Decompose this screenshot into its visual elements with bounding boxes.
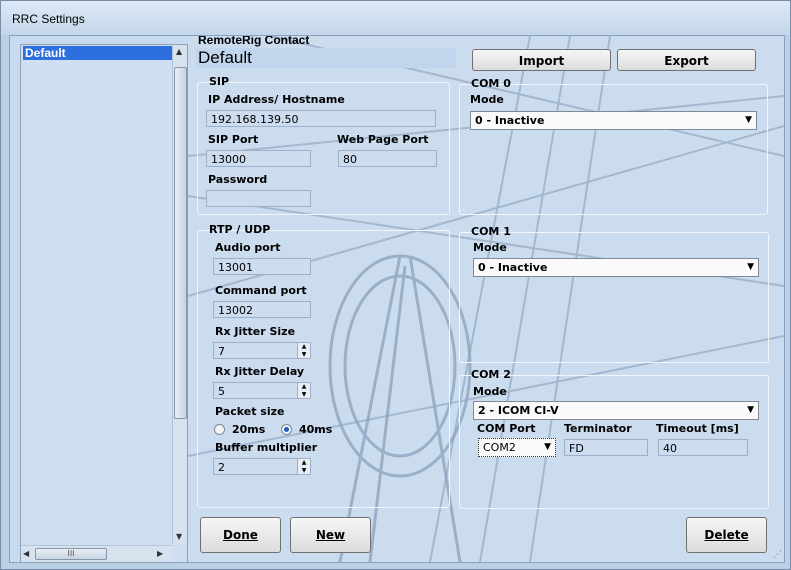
rx-jitter-size-label: Rx Jitter Size (215, 325, 296, 338)
web-page-port-label: Web Page Port (337, 133, 429, 146)
scroll-up-icon[interactable]: ▲ (176, 47, 182, 56)
rrc-settings-window: RRC Settings Default ▲ ▼ ◀ III ▶ RemoteR… (0, 0, 791, 570)
audio-port-label: Audio port (215, 241, 281, 254)
ip-address-label: IP Address/ Hostname (208, 93, 345, 106)
buffer-multiplier-field[interactable]: 2 (213, 458, 298, 475)
contact-label: RemoteRig Contact (198, 35, 310, 47)
export-button[interactable]: Export (617, 49, 756, 71)
resize-grip-icon[interactable]: ⋰ (773, 550, 782, 560)
rx-jitter-size-spinner[interactable]: ▲ ▼ (297, 342, 311, 359)
com1-group: COM 1 Mode 0 - Inactive ▼ (459, 225, 769, 363)
packet-40ms-radio[interactable] (281, 424, 292, 435)
com0-mode-value: 0 - Inactive (475, 114, 545, 127)
rx-jitter-delay-spinner[interactable]: ▲ ▼ (297, 382, 311, 399)
ip-address-field[interactable]: 192.168.139.50 (206, 110, 436, 127)
terminator-field[interactable]: FD (564, 439, 648, 456)
window-title: RRC Settings (12, 12, 85, 26)
rx-jitter-delay-field[interactable]: 5 (213, 382, 298, 399)
sip-group-title: SIP (209, 75, 230, 88)
web-page-port-field[interactable]: 80 (338, 150, 437, 167)
horizontal-scroll-thumb[interactable]: III (35, 548, 107, 560)
command-port-field[interactable]: 13002 (213, 301, 311, 318)
com1-mode-value: 0 - Inactive (478, 261, 548, 274)
chevron-down-icon: ▼ (544, 442, 551, 452)
profile-name-title: Default (196, 48, 456, 68)
delete-button[interactable]: Delete (686, 517, 767, 553)
com2-group-title: COM 2 (471, 368, 511, 381)
profile-list[interactable]: Default ▲ ▼ ◀ III ▶ (20, 44, 188, 562)
scroll-left-icon[interactable]: ◀ (23, 549, 29, 558)
com-port-value: COM2 (483, 441, 516, 454)
rtp-udp-group: RTP / UDP Audio port 13001 Command port … (197, 223, 450, 508)
com-port-label: COM Port (477, 422, 536, 435)
buffer-multiplier-label: Buffer multiplier (215, 441, 318, 454)
com1-mode-select[interactable]: 0 - Inactive ▼ (473, 258, 759, 277)
com1-group-title: COM 1 (471, 225, 511, 238)
new-button[interactable]: New (290, 517, 371, 553)
packet-20ms-radio[interactable] (214, 424, 225, 435)
com2-group: COM 2 Mode 2 - ICOM CI-V ▼ COM Port COM2… (459, 368, 769, 509)
timeout-field[interactable]: 40 (658, 439, 748, 456)
password-field[interactable] (206, 190, 311, 207)
com1-mode-label: Mode (473, 241, 507, 254)
com-port-select[interactable]: COM2 ▼ (478, 438, 556, 457)
audio-port-field[interactable]: 13001 (213, 258, 311, 275)
timeout-label: Timeout [ms] (656, 422, 739, 435)
packet-20ms-label[interactable]: 20ms (232, 423, 265, 436)
packet-40ms-label[interactable]: 40ms (299, 423, 332, 436)
rx-jitter-size-field[interactable]: 7 (213, 342, 298, 359)
rtp-udp-group-title: RTP / UDP (209, 223, 271, 236)
com2-mode-select[interactable]: 2 - ICOM CI-V ▼ (473, 401, 759, 420)
packet-size-label: Packet size (215, 405, 285, 418)
sip-group: SIP IP Address/ Hostname 192.168.139.50 … (197, 75, 450, 215)
client-area: Default ▲ ▼ ◀ III ▶ RemoteRig Contact De… (9, 35, 785, 563)
list-item[interactable]: Default (23, 46, 173, 60)
import-button[interactable]: Import (472, 49, 611, 71)
terminator-label: Terminator (564, 422, 632, 435)
command-port-label: Command port (215, 284, 307, 297)
com0-mode-select[interactable]: 0 - Inactive ▼ (470, 111, 757, 130)
com2-mode-value: 2 - ICOM CI-V (478, 404, 559, 417)
rx-jitter-delay-label: Rx Jitter Delay (215, 365, 305, 378)
done-button-label: Done (223, 528, 258, 542)
sip-port-label: SIP Port (208, 133, 259, 146)
password-label: Password (208, 173, 268, 186)
done-button[interactable]: Done (200, 517, 281, 553)
horizontal-scrollbar[interactable]: ◀ III ▶ (21, 545, 171, 562)
chevron-down-icon: ▼ (745, 115, 752, 125)
chevron-down-icon: ▼ (747, 405, 754, 415)
vertical-scroll-thumb[interactable] (174, 67, 187, 419)
delete-button-label: Delete (704, 528, 749, 542)
com0-mode-label: Mode (470, 93, 504, 106)
sip-port-field[interactable]: 13000 (206, 150, 311, 167)
vertical-scrollbar[interactable]: ▲ ▼ (172, 45, 187, 543)
chevron-down-icon: ▼ (747, 262, 754, 272)
com2-mode-label: Mode (473, 385, 507, 398)
new-button-label: New (315, 528, 346, 542)
com0-group: COM 0 Mode 0 - Inactive ▼ (459, 77, 768, 215)
scroll-down-icon[interactable]: ▼ (176, 532, 182, 541)
com0-group-title: COM 0 (471, 77, 511, 90)
buffer-multiplier-spinner[interactable]: ▲ ▼ (297, 458, 311, 475)
title-bar[interactable]: RRC Settings (1, 1, 790, 35)
scroll-right-icon[interactable]: ▶ (157, 549, 163, 558)
